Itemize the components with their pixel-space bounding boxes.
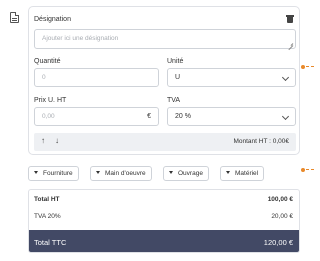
arrow-down-icon[interactable]: ↓: [55, 136, 59, 145]
currency-suffix: €: [147, 113, 151, 120]
designation-label: Désignation: [34, 16, 71, 23]
arrow-up-icon[interactable]: ↑: [41, 136, 45, 145]
connector-dot: [301, 168, 305, 172]
vat-label: TVA: [167, 97, 181, 104]
caret-down-icon: [169, 171, 173, 174]
total-ht-value: 100,00 €: [267, 196, 293, 203]
trash-icon[interactable]: [286, 15, 294, 23]
add-fourniture-button[interactable]: Fourniture: [28, 166, 79, 181]
total-ttc-label: Total TTC: [34, 238, 67, 247]
vat-value: 20 %: [175, 113, 191, 120]
line-item-card: Désignation Ajouter ici une désignation …: [28, 6, 300, 155]
add-main-oeuvre-button[interactable]: Main d'oeuvre: [90, 166, 152, 181]
connector-line: [306, 66, 314, 67]
vat-select[interactable]: 20 %: [167, 107, 296, 126]
resize-handle-icon[interactable]: [288, 41, 293, 46]
document-icon: [10, 12, 19, 23]
price-placeholder: 0,00: [42, 113, 55, 120]
montant-ht: Montant HT : 0,00€: [233, 138, 289, 145]
connector-dot: [301, 65, 305, 69]
quantity-label: Quantité: [34, 58, 61, 65]
total-ht-label: Total HT: [34, 196, 60, 203]
line-footer: ↑ ↓ Montant HT : 0,00€: [34, 133, 296, 151]
add-ouvrage-button[interactable]: Ouvrage: [163, 166, 209, 181]
add-button-label: Fourniture: [43, 170, 73, 177]
totals-panel: Total HT 100,00 € TVA 20% 20,00 € Total …: [28, 189, 300, 253]
caret-down-icon: [96, 171, 100, 174]
add-button-label: Main d'oeuvre: [105, 170, 146, 177]
unit-select[interactable]: U: [167, 68, 296, 87]
tva-value: 20,00 €: [271, 213, 293, 220]
total-ttc-value: 120,00 €: [263, 238, 293, 247]
designation-textarea[interactable]: Ajouter ici une désignation: [34, 29, 296, 49]
unit-value: U: [175, 74, 181, 81]
unit-label: Unité: [167, 58, 184, 65]
add-button-label: Matériel: [235, 170, 259, 177]
connector-line: [306, 169, 314, 170]
chevron-down-icon: [281, 73, 290, 82]
caret-down-icon: [226, 171, 230, 174]
quantity-placeholder: 0: [42, 74, 46, 81]
caret-down-icon: [34, 171, 38, 174]
add-materiel-button[interactable]: Matériel: [220, 166, 265, 181]
quantity-input[interactable]: 0: [34, 68, 159, 87]
total-ttc-row: Total TTC 120,00 €: [29, 230, 299, 252]
chevron-down-icon: [281, 112, 290, 121]
add-button-label: Ouvrage: [178, 170, 203, 177]
price-input[interactable]: 0,00 €: [34, 107, 159, 126]
designation-placeholder: Ajouter ici une désignation: [42, 35, 119, 42]
price-label: Prix U. HT: [34, 97, 67, 104]
tva-label: TVA 20%: [34, 213, 61, 220]
